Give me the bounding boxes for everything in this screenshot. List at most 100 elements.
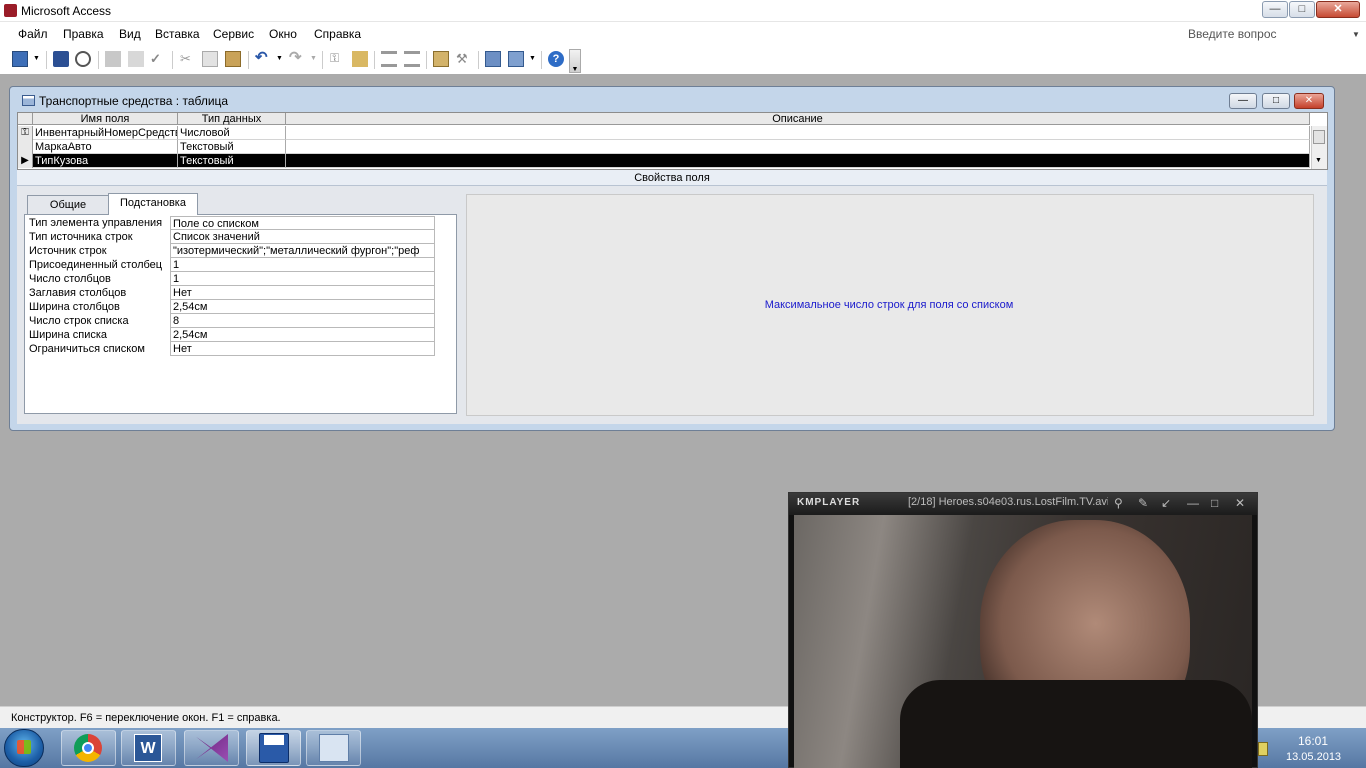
redo-dropdown-icon[interactable]: ▼ <box>310 55 317 62</box>
windows-explorer-icon <box>319 734 349 762</box>
property-label: Ширина столбцов <box>29 301 120 313</box>
column-header-description[interactable]: Описание <box>286 113 1310 125</box>
clock-time[interactable]: 16:01 <box>1298 734 1328 748</box>
field-description-cell[interactable] <box>286 140 1310 154</box>
property-value[interactable]: Поле со списком <box>170 216 435 230</box>
paste-icon[interactable] <box>225 51 241 67</box>
menu-bar <box>0 22 1366 46</box>
tray-icon[interactable] <box>1258 742 1268 756</box>
property-value[interactable]: 1 <box>170 272 435 286</box>
toolbar-separator <box>248 51 249 69</box>
close-button[interactable]: ✕ <box>1316 1 1360 18</box>
properties-icon[interactable] <box>433 51 449 67</box>
chrome-icon-center <box>82 742 94 754</box>
print-icon[interactable] <box>105 51 121 67</box>
new-object-dropdown-icon[interactable]: ▼ <box>529 55 536 62</box>
save-icon[interactable] <box>53 51 69 67</box>
kmplayer-close-icon[interactable]: ✕ <box>1235 496 1245 510</box>
menu-insert[interactable]: Вставка <box>155 27 200 41</box>
kmplayer-pin-icon[interactable]: ✎ <box>1138 496 1148 510</box>
field-name-cell[interactable]: МаркаАвто <box>33 140 178 154</box>
kmplayer-minimode-icon[interactable]: ↙ <box>1161 496 1171 510</box>
toolbar-separator <box>322 51 323 69</box>
ask-question-input[interactable]: Введите вопрос <box>1186 24 1366 44</box>
property-label: Число строк списка <box>29 315 129 327</box>
menu-window[interactable]: Окно <box>269 27 297 41</box>
menu-edit[interactable]: Правка <box>63 27 104 41</box>
property-value[interactable]: Нет <box>170 286 435 300</box>
property-value[interactable]: 1 <box>170 258 435 272</box>
maximize-button[interactable]: □ <box>1289 1 1315 18</box>
property-label: Тип источника строк <box>29 231 133 243</box>
property-value[interactable]: 2,54см <box>170 328 435 342</box>
toolbar-options-icon[interactable]: ▼ <box>569 49 581 73</box>
view-dropdown-icon[interactable]: ▼ <box>33 55 40 62</box>
undo-dropdown-icon[interactable]: ▼ <box>276 55 283 62</box>
primary-key-icon[interactable]: ⚿ <box>18 126 33 140</box>
video-person-coat <box>900 680 1252 768</box>
toolbar-separator <box>426 51 427 69</box>
column-header-type[interactable]: Тип данных <box>178 113 286 125</box>
access-app-icon <box>4 4 17 17</box>
field-type-cell[interactable]: Текстовый <box>178 154 286 168</box>
toolbar-separator <box>172 51 173 69</box>
property-value[interactable]: "изотермический";"металлический фургон";… <box>170 244 435 258</box>
ask-dropdown-icon[interactable]: ▼ <box>1352 30 1360 39</box>
kmplayer-maximize-icon[interactable]: □ <box>1211 496 1218 510</box>
property-value[interactable]: 2,54см <box>170 300 435 314</box>
row-selector-header <box>18 113 33 125</box>
scrollbar-thumb[interactable] <box>1313 130 1325 144</box>
toolbar-separator <box>98 51 99 69</box>
print-preview-icon[interactable] <box>128 51 144 67</box>
help-icon[interactable]: ? <box>548 51 564 67</box>
property-value[interactable]: Список значений <box>170 230 435 244</box>
new-object-icon[interactable] <box>508 51 524 67</box>
property-help-text: Максимальное число строк для поля со спи… <box>764 299 1014 311</box>
minimize-button[interactable]: — <box>1262 1 1288 18</box>
menu-help[interactable]: Справка <box>314 27 361 41</box>
property-label: Источник строк <box>29 245 107 257</box>
field-type-cell[interactable]: Числовой <box>178 126 286 140</box>
property-value[interactable]: 8 <box>170 314 435 328</box>
field-name-cell[interactable]: ТипКузова <box>33 154 178 168</box>
menu-view[interactable]: Вид <box>119 27 141 41</box>
undo-icon[interactable]: ↶ <box>255 50 271 67</box>
property-label: Заглавия столбцов <box>29 287 127 299</box>
word-icon: W <box>134 734 162 762</box>
tab-lookup[interactable]: Подстановка <box>108 193 198 215</box>
field-name-cell[interactable]: ИнвентарныйНомерСредства <box>33 126 178 140</box>
menu-tools[interactable]: Сервис <box>213 27 254 41</box>
kmplayer-search-icon[interactable]: ⚲ <box>1114 496 1123 510</box>
spelling-icon[interactable]: ✓ <box>150 51 166 67</box>
kmplayer-minimize-icon[interactable]: — <box>1187 496 1199 510</box>
toolbar-separator <box>46 51 47 69</box>
table-restore-button[interactable]: □ <box>1262 93 1290 109</box>
view-icon[interactable] <box>12 51 28 67</box>
clock-date[interactable]: 13.05.2013 <box>1286 751 1341 763</box>
table-minimize-button[interactable]: — <box>1229 93 1257 109</box>
field-description-cell[interactable] <box>286 154 1310 168</box>
build-icon[interactable] <box>352 51 368 67</box>
field-type-cell[interactable]: Текстовый <box>178 140 286 154</box>
toolbar-separator <box>541 51 542 69</box>
insert-rows-icon[interactable] <box>381 51 397 67</box>
primary-key-icon[interactable]: ⚿ <box>330 51 346 67</box>
scroll-down-icon[interactable]: ▼ <box>1315 157 1322 164</box>
property-label: Ширина списка <box>29 329 108 341</box>
tab-general[interactable]: Общие <box>27 195 109 214</box>
search-icon[interactable] <box>75 51 91 67</box>
current-row-arrow-icon[interactable]: ▶ <box>18 154 33 168</box>
column-header-field[interactable]: Имя поля <box>33 113 178 125</box>
delete-rows-icon[interactable] <box>404 51 420 67</box>
menu-file[interactable]: Файл <box>18 27 48 41</box>
property-value[interactable]: Нет <box>170 342 435 356</box>
copy-icon[interactable] <box>202 51 218 67</box>
redo-icon[interactable]: ↷ <box>289 50 305 67</box>
property-label: Тип элемента управления <box>29 217 163 229</box>
row-selector[interactable] <box>18 140 33 154</box>
database-window-icon[interactable] <box>485 51 501 67</box>
table-close-button[interactable]: ✕ <box>1294 93 1324 109</box>
build2-icon[interactable]: ⚒ <box>456 51 472 67</box>
field-description-cell[interactable] <box>286 126 1310 140</box>
cut-icon[interactable]: ✂ <box>180 51 196 67</box>
